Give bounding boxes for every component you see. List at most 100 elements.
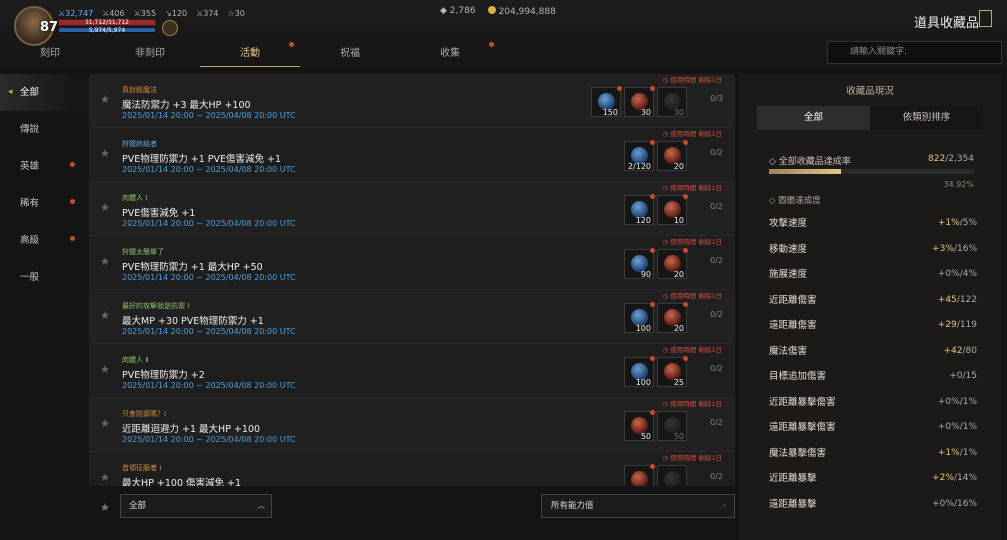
collection-row[interactable]: ★ 肉體人 Ⅰ PVE傷害減免 +1 2025/01/14 20:00 ~ 2025/… bbox=[89, 182, 735, 236]
stat-value: +0%/1% bbox=[937, 396, 977, 407]
panel-tab-all[interactable]: 全部 bbox=[757, 106, 870, 130]
item-slot[interactable] bbox=[657, 465, 687, 486]
tab-non-imprint[interactable]: 非刻印 bbox=[100, 41, 200, 67]
item-slot[interactable]: 20 bbox=[657, 302, 688, 333]
grade-filter-dropdown[interactable]: 全部 ︿ bbox=[120, 494, 272, 518]
favorite-filter-star-icon[interactable]: ★ bbox=[100, 501, 110, 514]
item-slot[interactable]: 30 bbox=[657, 87, 687, 117]
tab-imprint[interactable]: 刻印 bbox=[0, 41, 100, 67]
collection-effect: 最大HP +100 傷害減免 +1 bbox=[122, 478, 242, 486]
item-slot[interactable]: 120 bbox=[624, 194, 655, 225]
tab-event[interactable]: 活動 bbox=[200, 41, 300, 67]
stat-bonus-row: 遠距離傷害 +29/119 bbox=[757, 313, 989, 339]
search-input[interactable]: 請輸入關鍵字. bbox=[827, 41, 1002, 64]
collection-title: 狩獵終結者 bbox=[122, 140, 157, 148]
completion-progress-bar bbox=[769, 169, 974, 174]
collection-progress: 0/2 bbox=[710, 256, 723, 265]
item-count: 20 bbox=[673, 270, 684, 279]
item-slot[interactable]: 20 bbox=[657, 140, 688, 171]
exit-door-icon[interactable] bbox=[979, 10, 992, 27]
favorite-star-icon[interactable]: ★ bbox=[100, 93, 110, 106]
favorite-star-icon[interactable]: ★ bbox=[100, 255, 110, 268]
collection-date-range: 2025/01/14 20:00 ~ 2025/04/08 20:00 UTC bbox=[122, 327, 296, 336]
item-count: 100 bbox=[635, 378, 651, 387]
time-remaining: ◷ 使用時間 剩餘1日 bbox=[662, 346, 722, 354]
item-slot[interactable]: 50 bbox=[657, 411, 687, 441]
notification-dot bbox=[683, 248, 688, 253]
notification-dot bbox=[683, 356, 688, 361]
panel-tab-by-category[interactable]: 依類別排序 bbox=[870, 106, 983, 130]
item-count: 90 bbox=[640, 270, 651, 279]
currency-display: ◆ 2,786 204,994,888 bbox=[440, 6, 556, 17]
chevron-up-icon: ︿ bbox=[257, 501, 265, 510]
collection-row[interactable]: ★首領征服者 Ⅰ最大HP +100 傷害減免 +12025/01/14 20:0… bbox=[89, 452, 735, 486]
sidebar-item-advanced[interactable]: 高級 bbox=[0, 222, 88, 259]
stat-value: +42/80 bbox=[943, 345, 977, 356]
collection-row[interactable]: ★ 狩獵太簡單了 PVE物理防禦力 +1 最大HP +50 2025/01/14 20… bbox=[89, 236, 735, 290]
sidebar-item-common[interactable]: 一般 bbox=[0, 259, 88, 296]
collection-list[interactable]: ★ 真封殺魔法 魔法防禦力 +3 最大HP +100 2025/01/14 20:00… bbox=[89, 74, 735, 486]
stat-bonus-row: 近距離傷害 +45/122 bbox=[757, 288, 989, 314]
time-remaining: ◷ 使用時間 剩餘1日 bbox=[662, 130, 722, 138]
stat-name: 移動速度 bbox=[769, 243, 808, 255]
collection-effect: PVE物理防禦力 +1 PVE傷害減免 +1 bbox=[122, 154, 282, 165]
sidebar-item-legend[interactable]: 傳說 bbox=[0, 111, 88, 148]
time-remaining: ◷ 使用時間 剩餘1日 bbox=[662, 238, 722, 246]
category-tabs: 刻印 非刻印 活動 祝福 收集 bbox=[0, 41, 540, 67]
stat-bonus-row: 移動速度 +3%/16% bbox=[757, 237, 989, 263]
item-slot[interactable]: 10 bbox=[657, 194, 688, 225]
sidebar-item-rare[interactable]: 稀有 bbox=[0, 185, 88, 222]
stat-value: +0%/1% bbox=[937, 422, 977, 432]
stat-bonus-row: 近距離暴擊 +2%/14% bbox=[757, 466, 989, 492]
item-slot[interactable]: 25 bbox=[657, 356, 688, 387]
collection-progress: 0/2 bbox=[710, 472, 723, 481]
tab-collect[interactable]: 收集 bbox=[400, 41, 500, 67]
favorite-star-icon[interactable]: ★ bbox=[100, 363, 110, 376]
collection-row[interactable]: ★ 肉體人 Ⅱ PVE物理防禦力 +2 2025/01/14 20:00 ~ 2025… bbox=[89, 344, 735, 398]
item-count: 30 bbox=[640, 108, 651, 117]
stat-value: +1%/1% bbox=[937, 447, 977, 458]
notification-dot bbox=[617, 86, 622, 91]
favorite-star-icon[interactable]: ★ bbox=[100, 417, 110, 430]
item-count: 120 bbox=[635, 216, 651, 225]
favorite-star-icon[interactable]: ★ bbox=[100, 201, 110, 214]
chevron-right-icon: › bbox=[722, 501, 726, 511]
item-slot[interactable]: 2/120 bbox=[624, 140, 655, 171]
time-remaining: ◷ 使用時間 剩餘1日 bbox=[662, 454, 722, 462]
stat-name: 近距離暴擊 bbox=[769, 473, 817, 484]
stat-name: 攻擊速度 bbox=[769, 218, 808, 229]
favorite-star-icon[interactable]: ★ bbox=[100, 309, 110, 322]
item-slot[interactable]: 100 bbox=[624, 356, 655, 387]
notification-dot bbox=[650, 86, 655, 91]
collection-progress: 0/3 bbox=[710, 94, 723, 103]
notification-dot bbox=[650, 464, 655, 469]
stat-5: ☆30 bbox=[227, 9, 245, 18]
favorite-star-icon[interactable]: ★ bbox=[100, 147, 110, 160]
collection-progress: 0/2 bbox=[710, 418, 723, 427]
item-slot[interactable]: 100 bbox=[624, 302, 655, 333]
stat-filter-dropdown[interactable]: 所有能力值 › bbox=[541, 494, 735, 518]
item-slot[interactable]: 20 bbox=[657, 248, 688, 279]
required-items: 120 10 bbox=[624, 194, 688, 225]
sidebar-item-all[interactable]: 全部 bbox=[0, 74, 88, 111]
item-slot[interactable] bbox=[624, 464, 655, 486]
item-slot[interactable]: 150 bbox=[591, 86, 622, 117]
item-slot[interactable]: 30 bbox=[624, 86, 655, 117]
collection-row[interactable]: ★ 狩獵終結者 PVE物理防禦力 +1 PVE傷害減免 +1 2025/01/14 2… bbox=[89, 128, 735, 182]
collection-row[interactable]: ★ 真封殺魔法 魔法防禦力 +3 最大HP +100 2025/01/14 20:00… bbox=[89, 74, 735, 128]
tab-blessing[interactable]: 祝福 bbox=[300, 41, 400, 67]
sidebar-item-hero[interactable]: 英雄 bbox=[0, 148, 88, 185]
collection-row[interactable]: ★ 最好的攻擊就是防禦 Ⅰ 最大MP +30 PVE物理防禦力 +1 2025/01/… bbox=[89, 290, 735, 344]
notification-dot bbox=[650, 140, 655, 145]
favorite-star-icon[interactable]: ★ bbox=[100, 471, 110, 484]
collection-progress: 0/2 bbox=[710, 202, 723, 211]
item-slot[interactable]: 50 bbox=[624, 410, 655, 441]
stat-value: +3%/16% bbox=[932, 243, 977, 254]
guild-emblem-icon[interactable] bbox=[162, 20, 178, 36]
notification-dot bbox=[70, 236, 75, 241]
completion-percent: 34.92% bbox=[943, 180, 974, 189]
item-slot[interactable]: 90 bbox=[624, 248, 655, 279]
collection-row[interactable]: ★ 只會防禦嗎？Ⅰ 近距離迴避力 +1 最大HP +100 2025/01/14 20… bbox=[89, 398, 735, 452]
completion-label: ◇ 全部收藏品達成率 bbox=[769, 157, 851, 167]
completion-value: 822/2,354 bbox=[928, 154, 974, 164]
